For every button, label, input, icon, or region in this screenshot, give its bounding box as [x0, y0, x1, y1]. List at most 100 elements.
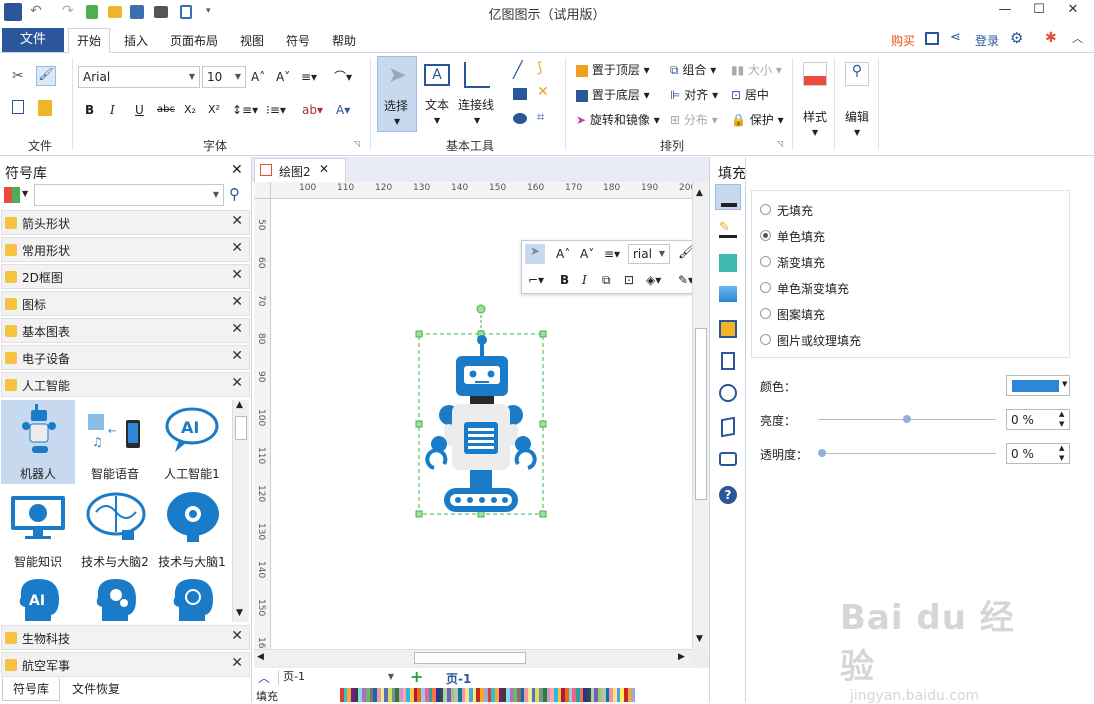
center-button[interactable]: ⊡ 居中	[731, 85, 769, 105]
library-category-common[interactable]: 常用形状 ✕	[1, 237, 250, 262]
tab-insert[interactable]: 插入	[116, 30, 156, 52]
strikethrough-icon[interactable]: abc	[157, 100, 175, 120]
symbol-brain1[interactable]: 技术与大脑1	[155, 488, 229, 572]
minimize-icon[interactable]: —	[988, 2, 1022, 20]
bring-to-front-button[interactable]: 置于顶层 ▾	[576, 60, 650, 80]
spin-down-icon[interactable]: ▼	[1059, 454, 1064, 462]
add-page-icon[interactable]: +	[410, 667, 423, 686]
palette-swatch[interactable]	[631, 688, 635, 702]
bold-icon[interactable]: B	[85, 100, 94, 120]
italic-icon[interactable]: I	[110, 100, 115, 120]
font-name-dropdown[interactable]: Arial ▼	[78, 66, 200, 88]
radio-button[interactable]	[760, 204, 771, 215]
distribute-button[interactable]: ⊞ 分布 ▾	[670, 110, 718, 130]
radio-button[interactable]	[760, 308, 771, 319]
search-icon[interactable]: ⚲	[229, 185, 240, 203]
dialog-launcher-icon[interactable]: ◹	[777, 139, 783, 148]
dialog-launcher-icon[interactable]: ◹	[354, 139, 360, 148]
tab-view[interactable]: 视图	[232, 30, 272, 52]
align-button[interactable]: ⊫ 对齐 ▾	[670, 85, 718, 105]
ellipse-shape-icon[interactable]	[513, 113, 527, 124]
scroll-up-icon[interactable]: ▲	[696, 188, 703, 198]
spin-down-icon[interactable]: ▼	[1059, 420, 1064, 428]
symbol-search-input[interactable]: ▼	[34, 184, 224, 206]
scroll-up-icon[interactable]: ▲	[236, 400, 243, 410]
tab-symbol-library[interactable]: 符号库	[2, 678, 60, 701]
underline-icon[interactable]: U	[135, 100, 144, 120]
scroll-left-icon[interactable]: ◀	[257, 652, 264, 662]
pointer-icon[interactable]: ➤	[525, 244, 545, 264]
library-category-basic-chart[interactable]: 基本图表 ✕	[1, 318, 250, 343]
grow-font-icon[interactable]: A˄	[251, 67, 265, 87]
tab-file-recovery[interactable]: 文件恢复	[64, 678, 128, 701]
style-button[interactable]: 样式 ▼	[798, 60, 834, 140]
rotate-mirror-button[interactable]: ➤ 旋转和镜像 ▾	[576, 110, 660, 130]
spin-up-icon[interactable]: ▲	[1059, 444, 1064, 452]
fill-option[interactable]: 单色填充	[760, 228, 960, 244]
crop-icon[interactable]: ⌗	[537, 110, 544, 125]
scroll-down-icon[interactable]: ▼	[236, 608, 243, 618]
hyperlink-tool-icon[interactable]	[719, 384, 737, 402]
superscript-icon[interactable]: X²	[208, 100, 220, 120]
close-icon[interactable]: ✕	[319, 162, 329, 176]
symbol-robot[interactable]: 机器人	[1, 400, 75, 484]
align-text-icon[interactable]: ≡▾	[604, 244, 620, 264]
symbol-voice[interactable]: ♫ ← 智能语音	[78, 400, 152, 484]
edit-button[interactable]: ⚲ 编辑 ▼	[840, 60, 876, 140]
tab-page-layout[interactable]: 页面布局	[162, 30, 226, 52]
line-spacing-icon[interactable]: ⌒▾	[334, 67, 352, 87]
size-button[interactable]: ▮▮ 大小 ▾	[731, 60, 782, 80]
spacing-icon[interactable]: ↕≡▾	[232, 100, 258, 120]
library-category-biotech[interactable]: 生物科技 ✕	[1, 625, 250, 650]
send-to-back-button[interactable]: 置于底层 ▾	[576, 85, 650, 105]
library-category-2d-block[interactable]: 2D框图 ✕	[1, 264, 250, 289]
close-icon[interactable]: ✕	[231, 628, 243, 644]
active-page-tab[interactable]: 页-1	[446, 670, 471, 687]
settings-icon[interactable]: ⚙	[1010, 29, 1023, 47]
robot-shape[interactable]	[412, 300, 552, 522]
shadow-tool-icon[interactable]	[719, 254, 737, 272]
brightness-slider[interactable]	[818, 415, 996, 423]
scroll-right-icon[interactable]: ▶	[678, 652, 685, 662]
symbol-brain2[interactable]: 技术与大脑2	[78, 488, 152, 572]
cross-shape-icon[interactable]: ✕	[537, 84, 549, 100]
shrink-font-icon[interactable]: A˅	[580, 244, 594, 264]
library-category-military[interactable]: 航空军事 ✕	[1, 652, 250, 677]
font-color-icon[interactable]: A▾	[336, 100, 350, 120]
page-nav-up-icon[interactable]: ︿	[258, 669, 270, 686]
library-category-arrows[interactable]: 箭头形状 ✕	[1, 210, 250, 235]
brightness-spinner[interactable]: 0 % ▲ ▼	[1006, 409, 1070, 430]
text-color-icon[interactable]: ab▾	[302, 100, 323, 120]
connector-icon[interactable]: ⌐▾	[528, 270, 544, 290]
cut-icon[interactable]: ✂	[12, 68, 24, 84]
buy-link[interactable]: 购买	[891, 32, 915, 49]
close-icon[interactable]: ✕	[231, 213, 243, 229]
radio-button[interactable]	[760, 230, 771, 241]
tab-help[interactable]: 帮助	[324, 30, 364, 52]
fill-option[interactable]: 无填充	[760, 202, 960, 218]
protect-button[interactable]: 🔒 保护 ▾	[731, 110, 784, 130]
horizontal-scrollbar[interactable]: ◀ ▶	[254, 649, 692, 666]
library-category-electronics[interactable]: 电子设备 ✕	[1, 345, 250, 370]
symbol-ai-head[interactable]: AI	[1, 575, 75, 623]
vertical-scrollbar[interactable]: ▲ ▼	[692, 182, 709, 650]
fill-tool-icon[interactable]	[715, 184, 741, 210]
library-category-icons[interactable]: 图标 ✕	[1, 291, 250, 316]
bring-front-icon[interactable]: ⧉	[602, 270, 611, 290]
align-text-icon[interactable]: ≡▾	[301, 67, 317, 87]
close-icon[interactable]: ✕	[231, 375, 243, 391]
fill-option[interactable]: 单色渐变填充	[760, 280, 960, 296]
close-icon[interactable]: ✕	[231, 240, 243, 256]
brightness-thumb[interactable]	[903, 415, 911, 423]
group-button[interactable]: ⧉ 组合 ▾	[670, 60, 716, 80]
close-icon[interactable]: ✕	[231, 348, 243, 364]
symbol-head-gears[interactable]	[78, 575, 152, 623]
theme-icon[interactable]: ✱	[1045, 30, 1057, 46]
layer-tool-icon[interactable]	[719, 320, 737, 338]
transparency-spinner[interactable]: 0 % ▲ ▼	[1006, 443, 1070, 464]
library-category-ai[interactable]: 人工智能 ✕	[1, 372, 250, 397]
share-icon[interactable]: ⋖	[950, 30, 961, 45]
symbol-head-atom[interactable]	[155, 575, 229, 623]
color-picker[interactable]: ▼	[1006, 375, 1070, 396]
radio-button[interactable]	[760, 256, 771, 267]
